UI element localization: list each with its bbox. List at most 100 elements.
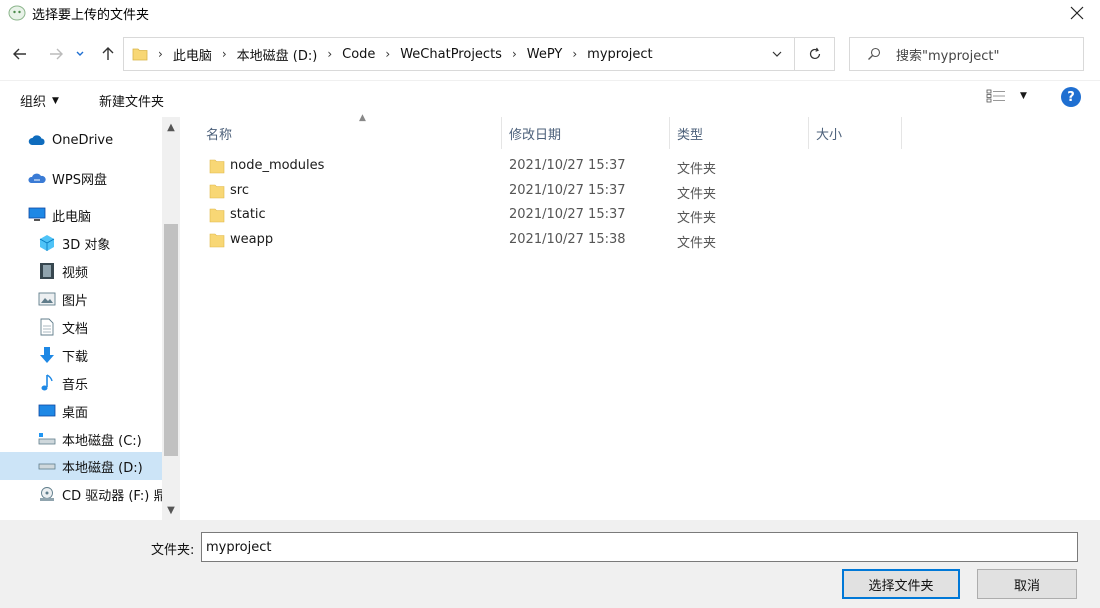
title-bar: 选择要上传的文件夹 [0,0,1100,26]
column-header-label: 修改日期 [509,127,562,143]
nav-item-label: 音乐 [62,377,89,393]
caret-down-icon: ▼ [1020,91,1027,101]
nav-item-this-pc[interactable]: 此电脑 [0,201,162,229]
change-view-button[interactable]: ▼ [986,89,1027,103]
nav-item-videos[interactable]: 视频 [0,257,162,285]
nav-item-wps-cloud[interactable]: WPS网盘 [0,164,162,192]
caret-down-icon: ▼ [52,95,59,106]
new-folder-button[interactable]: 新建文件夹 [99,91,164,110]
file-type: 文件夹 [677,187,717,202]
nav-item-label: 本地磁盘 (C:) [62,433,142,449]
bottom-panel: 文件夹: 选择文件夹 取消 [0,520,1100,608]
navigation-row: › 此电脑 › 本地磁盘 (D:) › Code › WeChatProject… [0,36,1100,72]
column-header-label: 大小 [816,127,843,143]
table-row[interactable]: weapp 2021/10/27 15:38 文件夹 [185,229,1085,253]
nav-item-label: 此电脑 [52,209,92,225]
window-title: 选择要上传的文件夹 [32,7,150,23]
nav-item-downloads[interactable]: 下载 [0,341,162,369]
column-header-modified[interactable]: 修改日期 [502,117,670,149]
scrollbar-thumb[interactable] [164,224,178,456]
breadcrumb-separator[interactable]: › [158,47,163,61]
breadcrumb-drive-d[interactable]: 本地磁盘 (D:) [237,45,318,64]
refresh-button[interactable] [795,37,835,71]
video-icon [38,262,56,280]
nav-item-label: OneDrive [52,132,114,148]
up-button[interactable] [96,42,120,66]
table-row[interactable]: src 2021/10/27 15:37 文件夹 [185,180,1085,204]
nav-item-3d-objects[interactable]: 3D 对象 [0,229,162,257]
nav-item-cd-drive[interactable]: CD 驱动器 (F:) 鼎 [0,480,162,508]
cloud-icon [28,131,46,149]
cd-drive-icon [38,485,56,503]
help-button[interactable]: ? [1061,87,1081,107]
breadcrumb-this-pc[interactable]: 此电脑 [173,45,212,64]
documents-icon [38,318,56,336]
command-toolbar: 组织 ▼ 新建文件夹 ▼ [0,80,1100,116]
nav-item-label: 下载 [62,349,89,365]
folder-icon [209,184,225,199]
table-row[interactable]: static 2021/10/27 15:37 文件夹 [185,204,1085,228]
folder-name-input[interactable] [201,532,1078,562]
column-header-size[interactable]: 大小 [809,117,902,149]
nav-item-drive-d[interactable]: 本地磁盘 (D:) [0,452,162,480]
organize-label: 组织 [20,95,47,110]
table-row[interactable]: node_modules 2021/10/27 15:37 文件夹 [185,155,1085,179]
nav-item-label: 本地磁盘 (D:) [62,460,143,476]
desktop-icon [38,402,56,420]
folder-icon [132,48,148,61]
details-view-icon [986,89,1005,103]
3d-objects-icon [38,234,56,252]
breadcrumb-wepy[interactable]: WePY [527,47,563,62]
forward-button[interactable] [44,42,68,66]
nav-item-label: WPS网盘 [52,172,107,188]
breadcrumb-separator[interactable]: › [327,47,332,61]
column-header-name[interactable]: ▲ 名称 [199,113,502,149]
search-icon [866,46,882,62]
file-modified: 2021/10/27 15:37 [509,158,626,173]
file-list: ▲ 名称 修改日期 类型 大小 node_modules 2021/10/27 … [185,113,1100,520]
navpane-scrollbar[interactable]: ▲ ▼ [162,117,180,520]
nav-item-label: 桌面 [62,405,89,421]
breadcrumb-separator[interactable]: › [222,47,227,61]
nav-item-documents[interactable]: 文档 [0,313,162,341]
file-type: 文件夹 [677,236,717,251]
column-header-label: 类型 [677,127,704,143]
nav-item-label: CD 驱动器 (F:) 鼎 [62,488,162,504]
drive-d-icon [38,457,56,475]
recent-locations-button[interactable] [72,42,88,66]
scroll-down-button[interactable]: ▼ [162,500,180,520]
address-bar[interactable]: › 此电脑 › 本地磁盘 (D:) › Code › WeChatProject… [123,37,795,71]
arrow-right-icon [50,48,63,60]
breadcrumb-separator[interactable]: › [512,47,517,61]
scroll-up-button[interactable]: ▲ [162,117,180,137]
breadcrumb-myproject[interactable]: myproject [587,47,652,62]
refresh-icon [809,47,820,60]
nav-item-pictures[interactable]: 图片 [0,285,162,313]
search-input[interactable]: 搜索"myproject" [849,37,1084,71]
nav-item-desktop[interactable]: 桌面 [0,397,162,425]
back-button[interactable] [8,42,32,66]
column-header-type[interactable]: 类型 [670,117,809,149]
cancel-button[interactable]: 取消 [977,569,1077,599]
breadcrumb-separator[interactable]: › [385,47,390,61]
close-button[interactable] [1062,1,1092,25]
breadcrumb-code[interactable]: Code [342,47,375,62]
file-name: static [230,207,266,222]
breadcrumb-wechatprojects[interactable]: WeChatProjects [400,47,502,62]
nav-item-onedrive[interactable]: OneDrive [0,126,162,154]
sort-ascending-icon: ▲ [359,113,366,123]
download-icon [38,346,56,364]
nav-item-music[interactable]: 音乐 [0,369,162,397]
organize-menu-button[interactable]: 组织 ▼ [20,91,59,110]
file-modified: 2021/10/27 15:37 [509,183,626,198]
chevron-down-icon [76,51,84,56]
address-history-dropdown[interactable] [770,47,784,61]
file-modified: 2021/10/27 15:37 [509,207,626,222]
select-folder-button[interactable]: 选择文件夹 [842,569,960,599]
nav-item-label: 3D 对象 [62,237,111,253]
breadcrumb-separator[interactable]: › [572,47,577,61]
folder-icon [209,208,225,223]
nav-item-label: 视频 [62,265,89,281]
nav-item-drive-c[interactable]: 本地磁盘 (C:) [0,425,162,453]
folder-field-label: 文件夹: [151,543,195,558]
